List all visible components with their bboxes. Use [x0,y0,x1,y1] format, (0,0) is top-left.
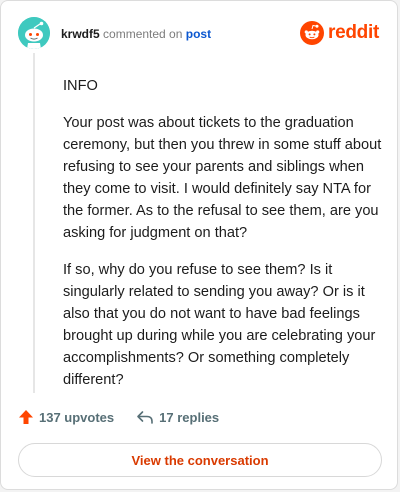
snoo-avatar-icon [18,17,50,49]
comment-paragraph: If so, why do you refuse to see them? Is… [63,262,376,388]
upvote-arrow-icon [19,410,33,424]
upvote-button[interactable]: 137 upvotes [18,409,114,425]
comment-card: krwdf5 commented on post reddit INFO You… [0,0,398,490]
reply-arrow-icon [137,411,153,424]
username-link[interactable]: krwdf5 [61,27,100,41]
comment-action-text: commented on [103,27,183,41]
reddit-snoo-icon [300,21,325,45]
comment-actions: 137 upvotes 17 replies [18,409,241,425]
comment-header: krwdf5 commented on post [61,27,211,41]
reddit-logo[interactable]: reddit [300,21,379,45]
reply-count: 17 replies [159,409,220,425]
view-conversation-button[interactable]: View the conversation [18,443,382,477]
comment-paragraph: Your post was about tickets to the gradu… [63,115,382,241]
reddit-wordmark: reddit [328,22,379,43]
comment-body: INFO Your post was about tickets to the … [63,75,385,406]
thread-line [33,53,35,393]
upvote-count: 137 upvotes [39,409,115,425]
post-link[interactable]: post [186,27,211,41]
replies-button[interactable]: 17 replies [136,409,219,425]
comment-paragraph: INFO [63,78,98,94]
user-avatar[interactable] [18,17,50,49]
